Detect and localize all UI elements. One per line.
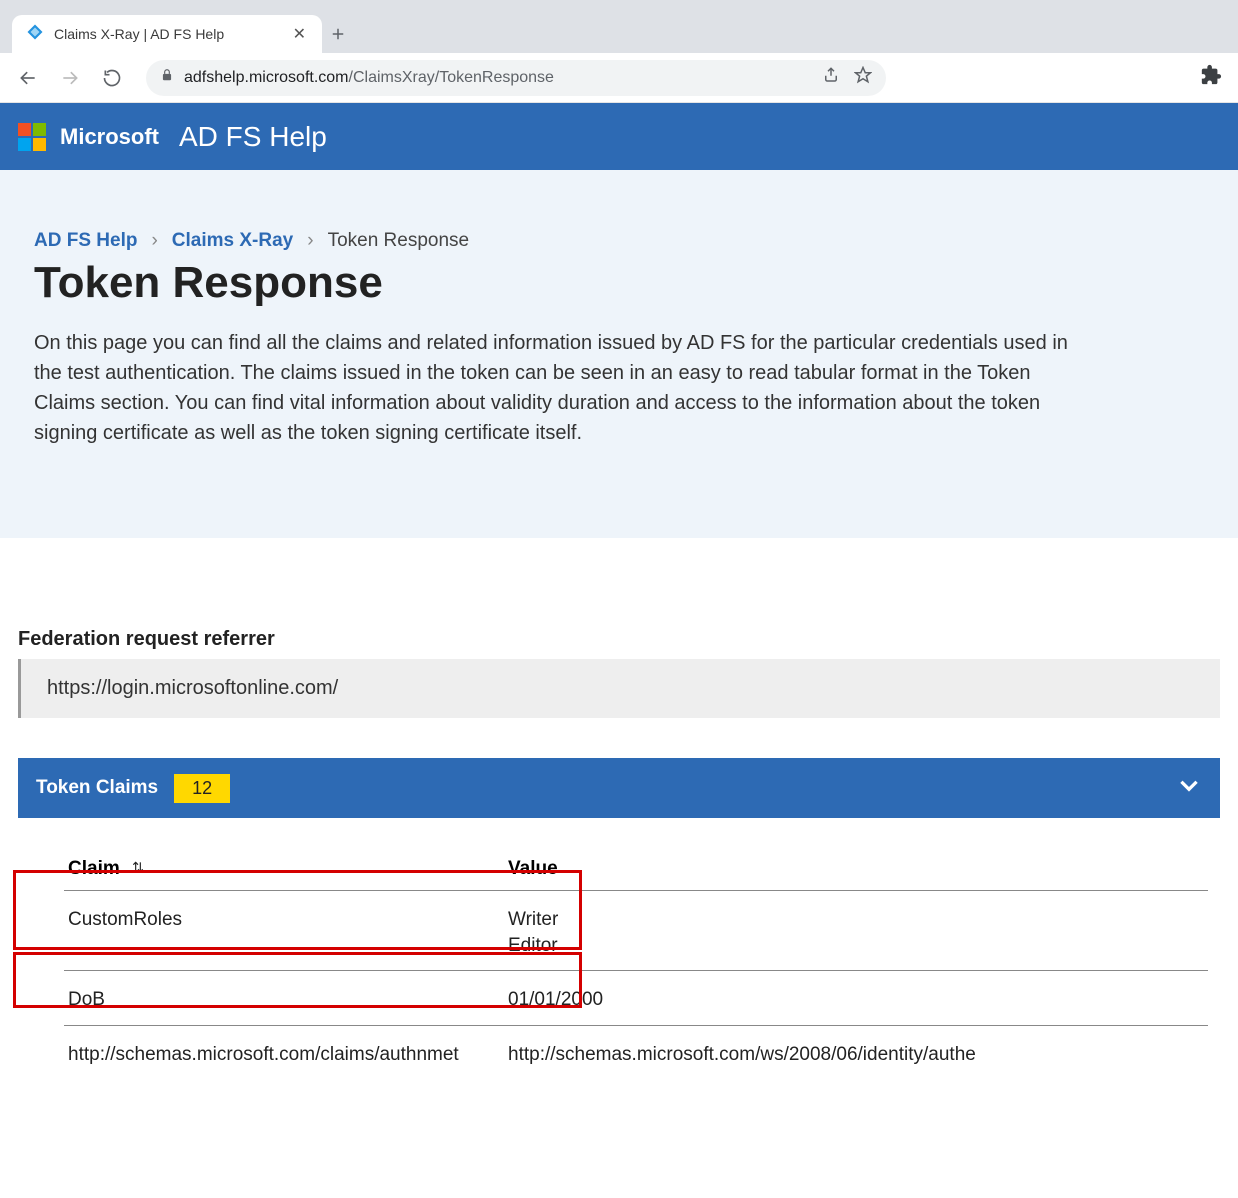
address-bar[interactable]: adfshelp.microsoft.com/ClaimsXray/TokenR… [146,60,886,96]
extensions-button[interactable] [1200,64,1228,91]
claims-table-container: Claim Value CustomRoles Writer Editor Do… [18,818,1220,1080]
page-title: Token Response [34,258,1204,308]
url-host: adfshelp.microsoft.com [184,69,349,86]
chevron-right-icon: › [151,230,157,252]
browser-chrome-top [0,0,1238,8]
back-button[interactable] [10,60,46,96]
hero-section: AD FS Help › Claims X-Ray › Token Respon… [0,170,1238,538]
new-tab-button[interactable] [322,15,354,53]
tab-title: Claims X-Ray | AD FS Help [54,26,281,42]
forward-button[interactable] [52,60,88,96]
share-icon[interactable] [822,66,840,89]
breadcrumb-adfs-help[interactable]: AD FS Help [34,230,137,252]
lock-icon [160,68,174,87]
token-claims-label: Token Claims [36,777,158,799]
azure-favicon [26,23,44,46]
claim-cell: http://schemas.microsoft.com/claims/auth… [64,1025,504,1079]
claims-count-badge: 12 [174,774,230,803]
sort-icon [131,858,145,879]
table-row: DoB 01/01/2000 [64,971,1208,1026]
token-claims-header[interactable]: Token Claims 12 [18,758,1220,818]
referrer-value: https://login.microsoftonline.com/ [18,659,1220,718]
close-tab-icon[interactable]: ✕ [291,24,308,44]
site-header: Microsoft AD FS Help [0,103,1238,170]
column-header-claim[interactable]: Claim [64,848,504,891]
url-text: adfshelp.microsoft.com/ClaimsXray/TokenR… [184,69,554,87]
claims-table: Claim Value CustomRoles Writer Editor Do… [64,848,1208,1080]
claim-cell: CustomRoles [64,891,504,971]
site-title[interactable]: AD FS Help [179,121,327,153]
value-cell: 01/01/2000 [504,971,1208,1026]
main-content: Federation request referrer https://logi… [0,538,1238,1080]
microsoft-logo-icon [18,123,46,151]
browser-tab-active[interactable]: Claims X-Ray | AD FS Help ✕ [12,15,322,53]
bookmark-icon[interactable] [854,66,872,89]
breadcrumb: AD FS Help › Claims X-Ray › Token Respon… [34,230,1204,252]
browser-toolbar: adfshelp.microsoft.com/ClaimsXray/TokenR… [0,53,1238,103]
page-description: On this page you can find all the claims… [34,328,1084,448]
url-path: /ClaimsXray/TokenResponse [349,69,554,86]
chevron-right-icon: › [307,230,313,252]
microsoft-wordmark: Microsoft [60,124,159,150]
breadcrumb-current: Token Response [328,230,470,252]
breadcrumb-claims-xray[interactable]: Claims X-Ray [172,230,293,252]
browser-tabs: Claims X-Ray | AD FS Help ✕ [0,8,1238,53]
referrer-label: Federation request referrer [18,628,1220,651]
column-header-value[interactable]: Value [504,848,1208,891]
table-row: http://schemas.microsoft.com/claims/auth… [64,1025,1208,1079]
value-cell: Writer Editor [504,891,1208,971]
value-cell: http://schemas.microsoft.com/ws/2008/06/… [504,1025,1208,1079]
reload-button[interactable] [94,60,130,96]
claim-cell: DoB [64,971,504,1026]
table-row: CustomRoles Writer Editor [64,891,1208,971]
chevron-down-icon [1176,772,1202,804]
